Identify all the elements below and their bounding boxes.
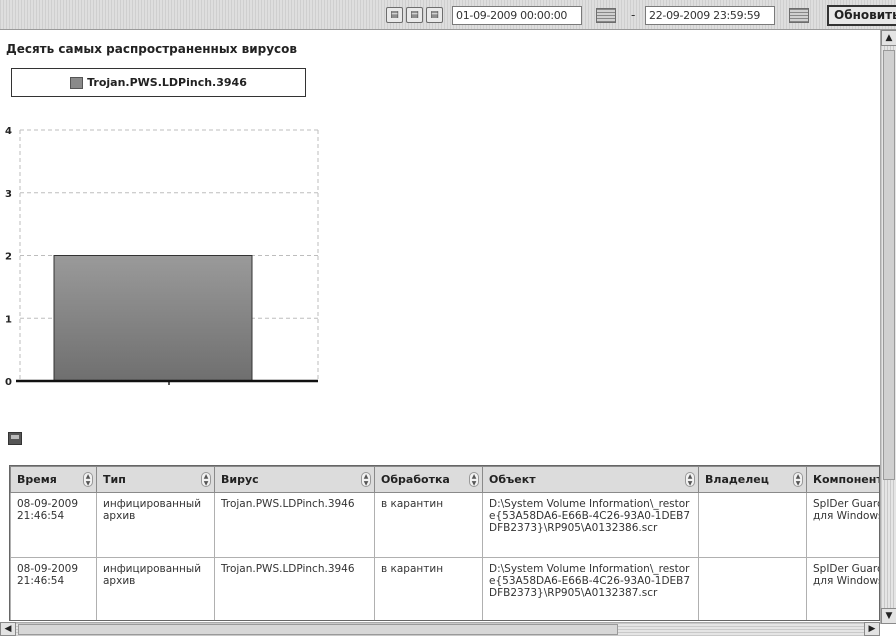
column-header-component[interactable]: Компонент <box>806 466 879 493</box>
table-header-row: Время ▲ ▼ Тип ▲ ▼ Вирус ▲ ▼ Обработка ▲ ▼ Объект… <box>10 466 879 493</box>
y-tick-label: 3 <box>5 189 12 200</box>
date-to-input[interactable] <box>645 6 775 25</box>
cell-virus: Trojan.PWS.LDPinch.3946 <box>214 492 375 558</box>
export-icon[interactable]: ▤ <box>386 7 403 23</box>
column-header-virus[interactable]: Вирус ▲ ▼ <box>214 466 375 493</box>
calendar-from-icon[interactable] <box>596 8 616 23</box>
vertical-scroll-thumb[interactable] <box>883 50 895 480</box>
horizontal-scroll-thumb[interactable] <box>18 624 618 635</box>
bar-chart: 0 1 2 3 4 <box>5 126 319 388</box>
column-header-object[interactable]: Объект ▲ ▼ <box>482 466 699 493</box>
section-title: Десять самых распространенных вирусов <box>6 42 297 56</box>
scroll-left-icon[interactable]: ◀ <box>0 622 16 636</box>
scroll-up-icon[interactable]: ▲ <box>881 30 896 46</box>
sort-icon[interactable]: ▲ ▼ <box>361 472 371 487</box>
cell-type: инфицированный архив <box>96 492 215 558</box>
cell-time: 08-09-2009 21:46:54 <box>10 557 97 620</box>
cell-owner <box>698 492 807 558</box>
cell-object: D:\System Volume Information\_restore{53… <box>482 492 699 558</box>
save-icon[interactable]: ▤ <box>426 7 443 23</box>
y-tick-label: 4 <box>5 126 12 137</box>
cell-action: в карантин <box>374 492 483 558</box>
scroll-right-icon[interactable]: ▶ <box>864 622 880 636</box>
cell-time: 08-09-2009 21:46:54 <box>10 492 97 558</box>
cell-owner <box>698 557 807 620</box>
sort-icon[interactable]: ▲ ▼ <box>469 472 479 487</box>
refresh-button[interactable]: Обновить <box>827 5 896 26</box>
sort-icon[interactable]: ▲ ▼ <box>83 472 93 487</box>
column-header-action[interactable]: Обработка ▲ ▼ <box>374 466 483 493</box>
cell-component: SpIDer Guard для Windows XP <box>806 557 879 620</box>
object-path: D:\System Volume Information\_restore{53… <box>489 498 691 534</box>
vertical-scrollbar[interactable]: ▲ ▼ <box>880 30 896 624</box>
sort-icon[interactable]: ▲ ▼ <box>685 472 695 487</box>
y-tick-label: 2 <box>5 252 12 263</box>
print-icon[interactable]: ▤ <box>406 7 423 23</box>
monitor-icon[interactable] <box>8 432 22 445</box>
cell-type: инфицированный архив <box>96 557 215 620</box>
cell-object: D:\System Volume Information\_restore{53… <box>482 557 699 620</box>
cell-component: SpIDer Guard для Windows XP <box>806 492 879 558</box>
object-path: D:\System Volume Information\_restore{53… <box>489 563 691 599</box>
table-row[interactable]: 08-09-2009 21:46:54 инфицированный архив… <box>10 557 879 620</box>
date-from-input[interactable] <box>452 6 582 25</box>
toolbar: ▤ ▤ ▤ - Обновить <box>0 0 896 30</box>
column-header-owner[interactable]: Владелец ▲ ▼ <box>698 466 807 493</box>
date-range-separator: - <box>631 8 636 22</box>
events-table: Время ▲ ▼ Тип ▲ ▼ Вирус ▲ ▼ Обработка ▲ ▼ Объект… <box>9 465 880 621</box>
legend-swatch <box>70 76 84 89</box>
scroll-down-icon[interactable]: ▼ <box>881 608 896 624</box>
y-tick-label: 1 <box>5 314 12 325</box>
calendar-to-icon[interactable] <box>789 8 809 23</box>
bar-Trojan.PWS.LDPinch.3946 <box>53 255 253 382</box>
cell-action: в карантин <box>374 557 483 620</box>
legend-label: Trojan.PWS.LDPinch.3946 <box>87 76 247 89</box>
column-header-time[interactable]: Время ▲ ▼ <box>10 466 97 493</box>
column-header-type[interactable]: Тип ▲ ▼ <box>96 466 215 493</box>
y-tick-label: 0 <box>5 377 12 388</box>
table-row[interactable]: 08-09-2009 21:46:54 инфицированный архив… <box>10 492 879 558</box>
sort-icon[interactable]: ▲ ▼ <box>793 472 803 487</box>
sort-icon[interactable]: ▲ ▼ <box>201 472 211 487</box>
chart-legend: Trojan.PWS.LDPinch.3946 <box>11 68 306 97</box>
cell-virus: Trojan.PWS.LDPinch.3946 <box>214 557 375 620</box>
horizontal-scrollbar[interactable]: ◀ ▶ <box>0 622 880 636</box>
